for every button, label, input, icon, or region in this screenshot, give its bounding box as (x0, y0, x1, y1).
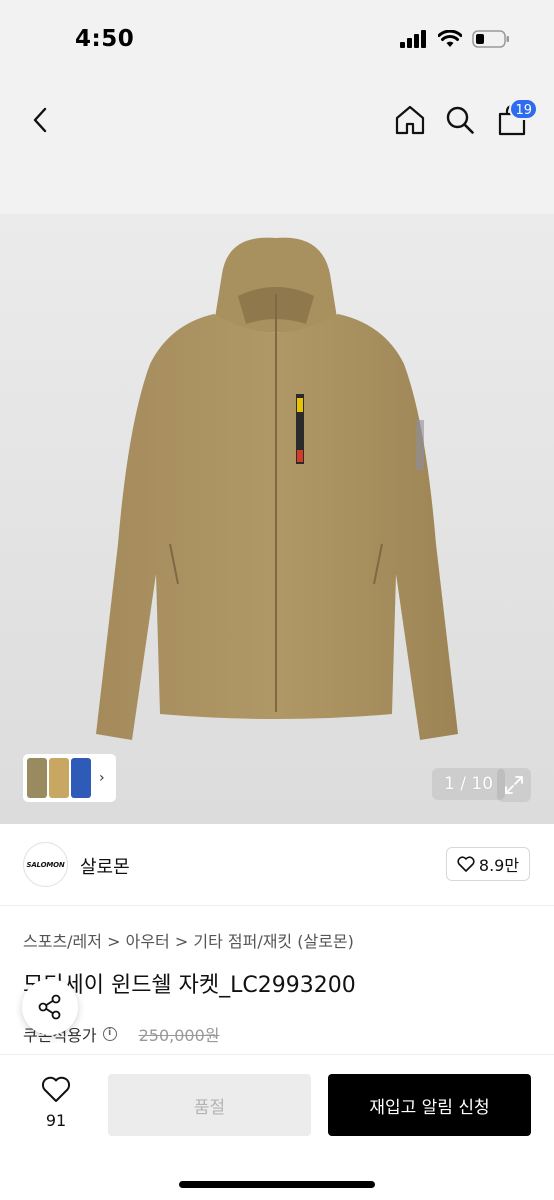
cart-count-badge: 19 (509, 98, 538, 120)
heart-icon (457, 856, 475, 872)
home-icon (395, 105, 425, 135)
brand-logo-text: SALOMON (26, 860, 65, 869)
search-icon (446, 106, 474, 134)
thumbnail-2[interactable] (49, 758, 69, 798)
heart-icon (41, 1076, 71, 1102)
top-nav-bar: 19 (0, 80, 554, 214)
thumbnail-3[interactable] (71, 758, 91, 798)
sold-out-button: 품절 (108, 1074, 311, 1136)
product-image-gallery[interactable]: › 1 / 10 (0, 214, 554, 824)
breadcrumb-separator: > (174, 932, 189, 951)
brand-like-count: 8.9만 (478, 856, 520, 875)
breadcrumb-item-outer[interactable]: 아우터 (126, 932, 170, 951)
back-button[interactable] (22, 102, 58, 138)
status-time: 4:50 (75, 26, 135, 52)
info-icon[interactable]: i (102, 1027, 117, 1041)
home-button[interactable] (390, 100, 430, 140)
status-icons (400, 29, 510, 52)
bottom-action-bar: 91 품절 재입고 알림 신청 (0, 1054, 554, 1200)
search-button[interactable] (440, 100, 480, 140)
breadcrumb-item-sports[interactable]: 스포츠/레저 (23, 932, 102, 951)
share-icon (38, 994, 61, 1020)
chevron-left-icon (33, 107, 47, 133)
brand-row: SALOMON 살로몬 8.9만 (0, 824, 554, 906)
battery-icon (472, 30, 510, 52)
signal-icon (400, 30, 428, 52)
original-price: 250,000원 (138, 1026, 220, 1045)
chevron-right-icon: › (99, 770, 105, 786)
breadcrumb-separator: > (107, 932, 121, 951)
brand-name[interactable]: 살로몬 (80, 853, 130, 879)
cart-button[interactable]: 19 (492, 98, 538, 140)
wishlist-button[interactable]: 91 (30, 1075, 82, 1130)
status-bar: 4:50 (0, 0, 554, 80)
image-counter-current: 1 (444, 774, 455, 794)
home-indicator (179, 1181, 375, 1188)
image-counter: 1 / 10 (432, 768, 506, 800)
breadcrumb-item-jacket[interactable]: 기타 점퍼/재킷 (살로몬) (193, 932, 354, 951)
wishlist-count: 91 (45, 1111, 67, 1130)
restock-alert-button[interactable]: 재입고 알림 신청 (328, 1074, 531, 1136)
expand-icon (505, 776, 523, 794)
jacket-product-image (96, 237, 458, 740)
image-counter-total: 10 (471, 774, 494, 794)
image-counter-separator: / (460, 774, 466, 794)
brand-logo[interactable]: SALOMON (23, 842, 68, 887)
expand-image-button[interactable] (497, 768, 531, 802)
wifi-icon (437, 29, 463, 52)
share-button[interactable] (22, 979, 78, 1035)
thumbnail-strip[interactable]: › (23, 754, 116, 802)
thumbnail-1[interactable] (27, 758, 47, 798)
breadcrumb: 스포츠/레저 > 아우터 > 기타 점퍼/재킷 (살로몬) (23, 928, 354, 952)
brand-like-button[interactable]: 8.9만 (446, 847, 530, 881)
